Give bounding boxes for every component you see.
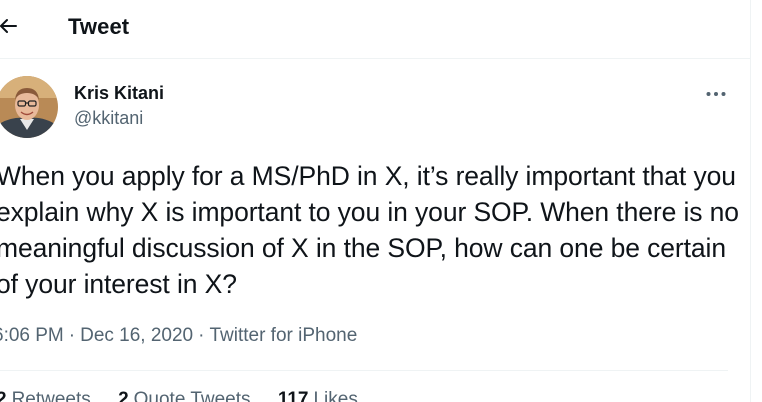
tweet-metadata: 6:06 PM · Dec 16, 2020 · Twitter for iPhone (0, 325, 357, 347)
likes-label: Likes (313, 389, 358, 402)
back-arrow-icon[interactable] (0, 14, 20, 38)
meta-separator: · (198, 325, 205, 346)
retweets-label: Retweets (11, 389, 91, 402)
likes-count: 117 (277, 389, 309, 402)
author-handle[interactable]: @kkitani (74, 108, 143, 129)
tweet-date[interactable]: Dec 16, 2020 (80, 325, 193, 346)
divider (0, 370, 728, 371)
retweets-stat[interactable]: 2 Retweets (0, 389, 91, 402)
likes-stat[interactable]: 117 Likes (278, 389, 358, 402)
author-display-name[interactable]: Kris Kitani (74, 83, 164, 104)
column-border (750, 0, 751, 402)
tweet-time[interactable]: 6:06 PM (0, 325, 64, 346)
quote-tweets-label: Quote Tweets (133, 389, 251, 402)
page-title: Tweet (68, 14, 130, 39)
tweet-stats: 2 Retweets 2 Quote Tweets 117 Likes (0, 389, 380, 402)
tweet-header: Tweet (0, 0, 750, 59)
tweet-source[interactable]: Twitter for iPhone (209, 325, 357, 346)
author-avatar[interactable] (0, 76, 58, 138)
tweet-page: Tweet Kris Kitani @kkitani When you appl… (0, 0, 762, 402)
quote-tweets-count: 2 (118, 389, 129, 402)
more-options-icon[interactable] (704, 86, 728, 102)
quote-tweets-stat[interactable]: 2 Quote Tweets (118, 389, 250, 402)
meta-separator: · (68, 325, 76, 346)
retweets-count: 2 (0, 389, 7, 402)
tweet-text: When you apply for a MS/PhD in X, it’s r… (0, 161, 747, 299)
